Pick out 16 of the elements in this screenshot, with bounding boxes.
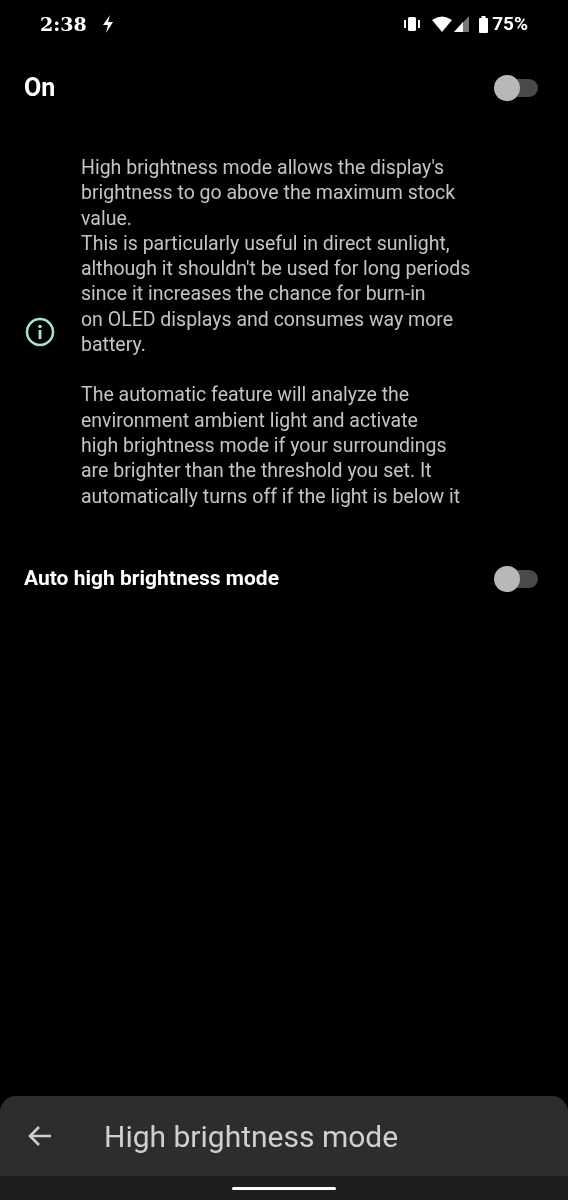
navigation-handle[interactable]	[232, 1186, 336, 1190]
screen-title: High brightness mode	[104, 1117, 399, 1156]
toggle-switch[interactable]	[494, 565, 540, 592]
signal-icon	[454, 16, 470, 32]
info-icon	[25, 316, 55, 347]
battery-percent: 75%	[492, 10, 528, 37]
info-paragraph: The automatic feature will analyze the environment ambient light and activate high brightness mode if your surroundings are brighter than the threshold you set. It automatically turns off if the light is below it	[81, 382, 462, 509]
lightning-icon	[100, 15, 115, 33]
setting-label: On	[24, 72, 56, 105]
setting-label: Auto high brightness mode	[24, 565, 279, 593]
back-arrow-icon	[27, 1125, 53, 1147]
battery-icon	[479, 15, 489, 33]
status-time: 2:38	[40, 11, 87, 37]
info-paragraph: High brightness mode allows the display's brightness to go above the maximum stock value. This is particularly useful in direct sunlight, although it shouldn't be used for long periods since it increases the chance for burn-in on OLED displays and consumes way more battery.	[81, 155, 471, 358]
vibrate-icon	[402, 16, 423, 32]
toggle-switch[interactable]	[494, 75, 540, 101]
